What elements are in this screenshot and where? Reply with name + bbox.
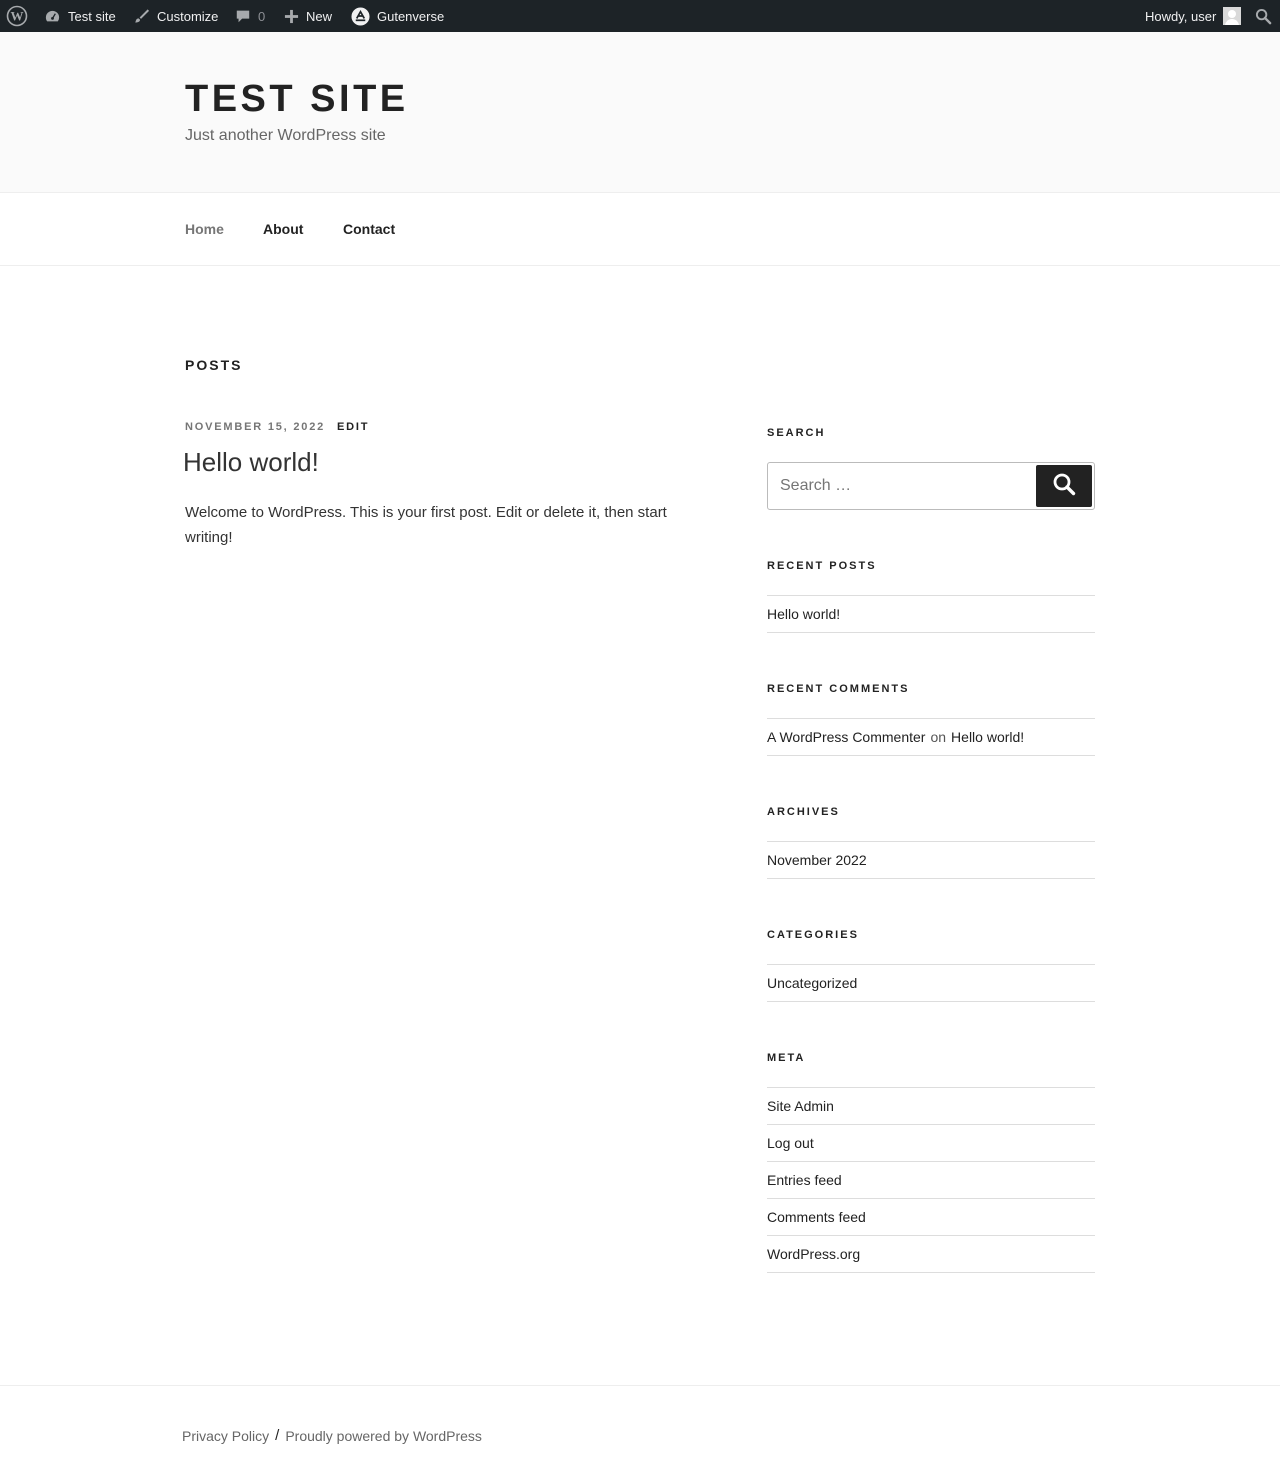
nav-item-about[interactable]: About	[263, 221, 303, 237]
post-excerpt: Welcome to WordPress. This is your first…	[185, 504, 667, 546]
admin-bar: W Test site Customize 0 New Gutenverse H…	[0, 0, 1280, 32]
archives-list: November 2022	[767, 841, 1095, 879]
gutenverse-icon	[351, 6, 370, 26]
site-name-label: Test site	[68, 8, 116, 24]
meta-list: Site Admin Log out Entries feed Comments…	[767, 1087, 1095, 1273]
page-title: Posts	[185, 357, 243, 373]
list-item: A WordPress Commenter on Hello world!	[767, 719, 1095, 756]
recent-comments-list: A WordPress Commenter on Hello world!	[767, 718, 1095, 756]
recent-posts-title: Recent Posts	[767, 560, 877, 572]
site-description: Just another WordPress site	[185, 127, 386, 144]
list-item[interactable]: Hello world!	[767, 596, 1095, 633]
footer-links: Privacy Policy / Proudly powered by Word…	[182, 1427, 482, 1444]
list-item[interactable]: Site Admin	[767, 1088, 1095, 1125]
search-icon	[1255, 8, 1272, 25]
footer-separator: /	[275, 1427, 280, 1444]
site-header: Test site Just another WordPress site	[0, 32, 1280, 193]
site-name-menu[interactable]: Test site	[44, 0, 116, 32]
post-date[interactable]: November 15, 2022	[185, 421, 325, 433]
wordpress-menu[interactable]: W	[6, 0, 28, 32]
meta-link-log-out[interactable]: Log out	[767, 1135, 814, 1151]
privacy-policy-link[interactable]: Privacy Policy	[182, 1428, 269, 1444]
nav-item-home[interactable]: Home	[185, 221, 224, 237]
brush-icon	[133, 8, 150, 25]
admin-search-button[interactable]	[1255, 0, 1272, 32]
meta-link-wordpress-org[interactable]: WordPress.org	[767, 1246, 860, 1262]
post-meta: November 15, 2022 Edit	[185, 421, 369, 433]
search-input[interactable]	[780, 463, 1030, 509]
search-icon	[1052, 472, 1076, 501]
new-content-menu[interactable]: New	[284, 0, 332, 32]
recent-posts-list: Hello world!	[767, 595, 1095, 633]
search-button[interactable]	[1036, 465, 1092, 507]
comment-author-link[interactable]: A WordPress Commenter	[767, 729, 925, 745]
plus-icon	[284, 9, 299, 24]
svg-text:W: W	[11, 9, 24, 24]
gutenverse-label: Gutenverse	[377, 8, 445, 24]
comments-count: 0	[258, 8, 266, 24]
meta-link-comments-feed[interactable]: Comments feed	[767, 1209, 866, 1225]
archives-title: Archives	[767, 806, 840, 818]
list-item[interactable]: WordPress.org	[767, 1236, 1095, 1273]
list-item[interactable]: November 2022	[767, 842, 1095, 879]
list-item[interactable]: Entries feed	[767, 1162, 1095, 1199]
site-footer: Privacy Policy / Proudly powered by Word…	[0, 1385, 1280, 1481]
customize-link[interactable]: Customize	[133, 0, 218, 32]
comment-on-text: on	[930, 729, 947, 745]
site-title[interactable]: Test site	[185, 78, 409, 121]
recent-comments-title: Recent Comments	[767, 683, 910, 695]
edit-post-link[interactable]: Edit	[337, 421, 369, 433]
recent-post-link[interactable]: Hello world!	[767, 606, 840, 622]
howdy-label: Howdy, user	[1145, 8, 1217, 24]
gutenverse-menu[interactable]: Gutenverse	[351, 0, 444, 32]
comments-link[interactable]: 0	[235, 0, 265, 32]
categories-list: Uncategorized	[767, 964, 1095, 1002]
dashboard-icon	[44, 8, 61, 25]
list-item[interactable]: Comments feed	[767, 1199, 1095, 1236]
customize-label: Customize	[157, 8, 219, 24]
archive-link[interactable]: November 2022	[767, 852, 867, 868]
categories-title: Categories	[767, 929, 859, 941]
avatar	[1223, 7, 1242, 25]
list-item[interactable]: Log out	[767, 1125, 1095, 1162]
main-navigation: Home About Contact	[0, 193, 1280, 266]
search-widget-title: Search	[767, 427, 826, 439]
meta-link-site-admin[interactable]: Site Admin	[767, 1098, 834, 1114]
my-account-menu[interactable]: Howdy, user	[1145, 0, 1242, 32]
post-title[interactable]: Hello world!	[183, 447, 319, 478]
search-form	[767, 462, 1095, 510]
meta-title: Meta	[767, 1052, 806, 1064]
wordpress-icon: W	[6, 5, 28, 27]
meta-link-entries-feed[interactable]: Entries feed	[767, 1172, 842, 1188]
comment-post-link[interactable]: Hello world!	[951, 729, 1024, 745]
new-label: New	[306, 8, 333, 24]
nav-item-contact[interactable]: Contact	[343, 221, 395, 237]
category-link[interactable]: Uncategorized	[767, 975, 857, 991]
comment-icon	[235, 8, 251, 24]
list-item[interactable]: Uncategorized	[767, 965, 1095, 1002]
powered-by-link[interactable]: Proudly powered by WordPress	[285, 1428, 482, 1444]
